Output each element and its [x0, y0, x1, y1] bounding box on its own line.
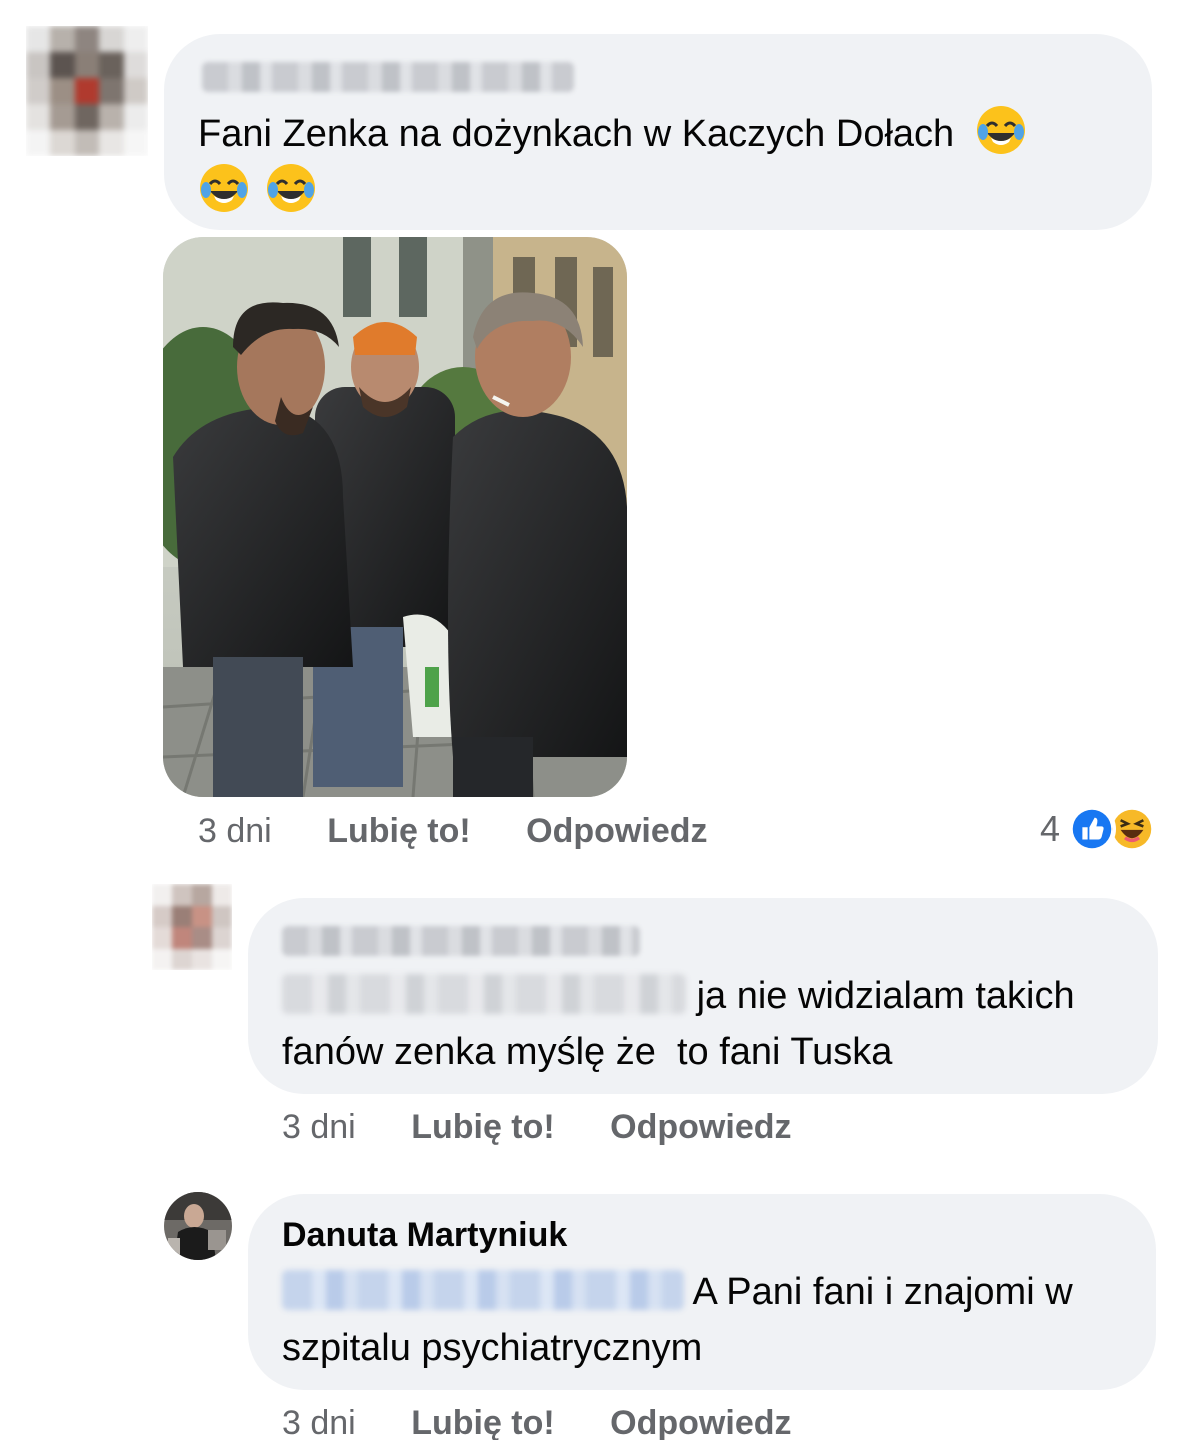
timestamp[interactable]: 3 dni — [198, 812, 272, 850]
comment-meta: 3 dni Lubię to! Odpowiedz — [198, 812, 708, 851]
comment-text: ja nie widzialam takich fanów zenka myśl… — [282, 968, 1142, 1080]
comment-meta: 3 dni Lubię to! Odpowiedz — [282, 1108, 792, 1147]
like-button[interactable]: Lubię to! — [411, 1404, 555, 1440]
profile-photo — [164, 1192, 232, 1260]
comment-text-line-2: fanów zenka myślę że to fani Tuska — [282, 1031, 893, 1073]
author-name[interactable]: Danuta Martyniuk — [282, 1216, 567, 1255]
mention-redacted[interactable] — [282, 974, 686, 1014]
comment-text-body: Fani Zenka na dożynkach w Kaczych Dołach — [198, 113, 955, 155]
comment-text: A Pani fani i znajomi w szpitalu psychia… — [282, 1264, 1142, 1376]
reply-button[interactable]: Odpowiedz — [526, 812, 707, 850]
like-button[interactable]: Lubię to! — [327, 812, 471, 850]
face-with-tears-of-joy-icon — [200, 164, 248, 212]
like-button[interactable]: Lubię to! — [411, 1108, 555, 1146]
reaction-count: 4 — [1040, 808, 1061, 849]
face-with-tears-of-joy-icon — [266, 164, 315, 212]
avatar[interactable] — [152, 884, 232, 970]
comment-text-line-1: ja nie widzialam takich — [696, 975, 1075, 1017]
reply-button[interactable]: Odpowiedz — [610, 1108, 791, 1146]
comment-meta: 3 dni Lubię to! Odpowiedz — [282, 1404, 792, 1440]
attached-photo[interactable] — [163, 237, 627, 797]
reply-button[interactable]: Odpowiedz — [610, 1404, 791, 1440]
comment-text-line-1: A Pani fani i znajomi w — [692, 1271, 1073, 1313]
avatar[interactable] — [26, 26, 148, 156]
like-icon — [1068, 805, 1117, 853]
author-name-redacted[interactable] — [202, 62, 574, 92]
face-with-tears-of-joy-icon — [976, 106, 1025, 154]
mention-redacted[interactable] — [282, 1270, 684, 1310]
reactions-summary[interactable]: 4 — [1040, 805, 1157, 853]
photo-three-men-street — [163, 237, 627, 797]
avatar[interactable] — [164, 1192, 232, 1260]
timestamp[interactable]: 3 dni — [282, 1404, 356, 1440]
comment-text-line-2: szpitalu psychiatrycznym — [282, 1327, 703, 1369]
comment-text: Fani Zenka na dożynkach w Kaczych Dołach — [198, 104, 1138, 220]
timestamp[interactable]: 3 dni — [282, 1108, 356, 1146]
author-name-redacted[interactable] — [282, 926, 640, 956]
